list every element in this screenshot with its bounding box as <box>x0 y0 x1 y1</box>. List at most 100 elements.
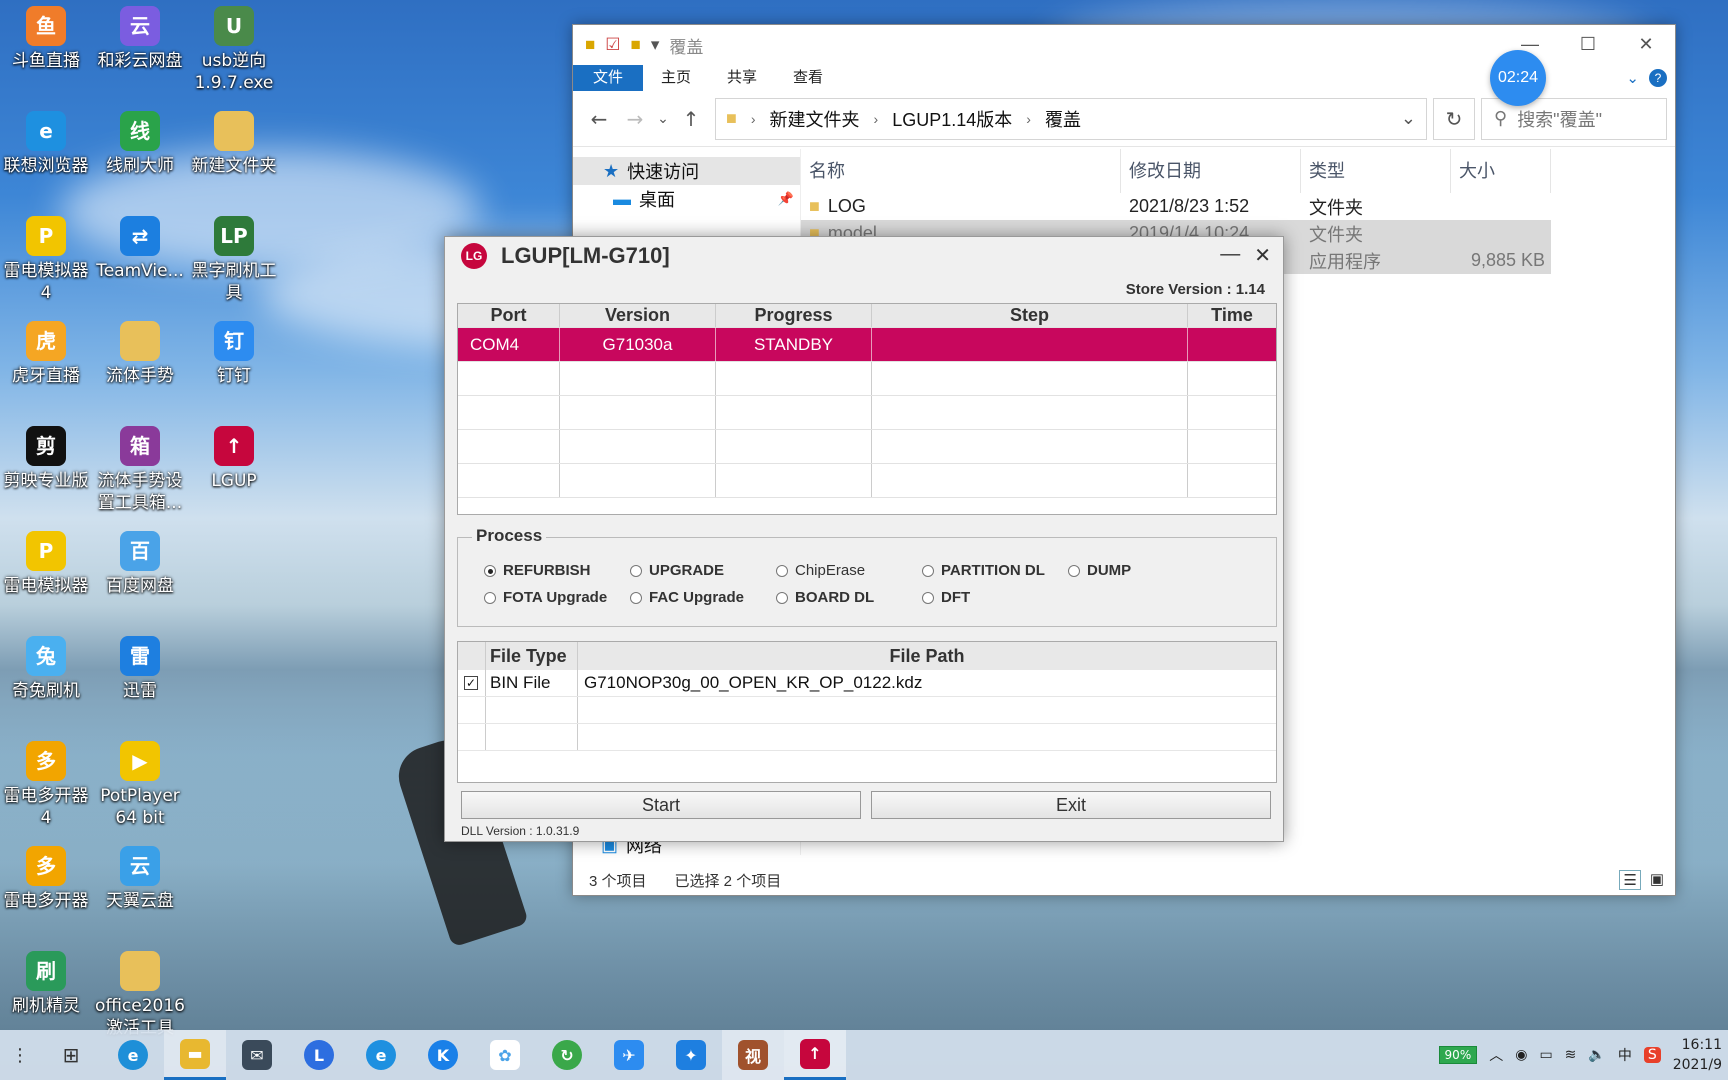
tab-view[interactable]: 查看 <box>775 65 841 91</box>
nav-desktop[interactable]: ▬ 桌面 📌 <box>573 185 800 213</box>
desktop-icon-item[interactable]: 百百度网盘 <box>94 531 186 597</box>
video-app-icon[interactable]: 视 <box>722 1030 784 1080</box>
tab-share[interactable]: 共享 <box>709 65 775 91</box>
desktop-icon-item[interactable]: 雷迅雷 <box>94 636 186 702</box>
recent-locations-icon[interactable]: ⌄ <box>653 111 673 127</box>
desktop-icon-item[interactable]: e 联想浏览器 <box>0 111 92 177</box>
desktop-icon-item[interactable]: 兔奇兔刷机 <box>0 636 92 702</box>
task-view-icon[interactable]: ⋮ <box>0 1030 40 1080</box>
desktop-icon-item[interactable]: 虎虎牙直播 <box>0 321 92 387</box>
column-date[interactable]: 修改日期 <box>1121 149 1301 193</box>
desktop-icon-item[interactable]: P 雷电模拟器 <box>0 531 92 597</box>
recording-timer[interactable]: 02:24 <box>1490 50 1546 106</box>
radio-partition-dl[interactable]: PARTITION DL <box>922 562 1045 579</box>
nav-quick-access[interactable]: ★ 快速访问 <box>573 157 800 185</box>
radio-dump[interactable]: DUMP <box>1068 562 1131 579</box>
column-type[interactable]: 类型 <box>1301 149 1451 193</box>
desktop-icon-item[interactable]: 剪剪映专业版 <box>0 426 92 492</box>
desktop-icon-item[interactable]: ▶ PotPlayer 64 bit <box>94 741 186 829</box>
port-row[interactable]: COM4 G71030a STANDBY <box>458 328 1276 362</box>
column-size[interactable]: 大小 <box>1451 149 1551 193</box>
desktop-icon-item[interactable]: ↑ LGUP <box>188 426 280 492</box>
up-icon[interactable]: ↑ <box>673 107 709 131</box>
back-icon[interactable]: ← <box>581 107 617 131</box>
desktop-icon-item[interactable]: 刷刷机精灵 <box>0 951 92 1017</box>
help-icon[interactable]: ? <box>1649 69 1667 87</box>
desktop-icon-item[interactable]: 线线刷大师 <box>94 111 186 177</box>
close-button[interactable]: ✕ <box>1617 25 1675 63</box>
desktop-icon-item[interactable]: 新建文件夹 <box>188 111 280 177</box>
desktop-icon-item[interactable]: 鱼斗鱼直播 <box>0 6 92 72</box>
file-row[interactable]: ■ LOG 2021/8/23 1:52 文件夹 <box>801 193 1675 220</box>
refresh-app-icon[interactable]: ↻ <box>536 1030 598 1080</box>
file-explorer-icon[interactable]: ▬ <box>164 1030 226 1080</box>
clock[interactable]: 16:11 2021/9 <box>1673 1035 1722 1075</box>
details-view-icon[interactable]: ☰ <box>1619 870 1641 890</box>
chevron-down-icon[interactable]: ⌄ <box>1401 108 1416 129</box>
desktop-icon-item[interactable]: office2016 激活工具 <box>94 951 186 1039</box>
edge-icon[interactable]: e <box>102 1030 164 1080</box>
forward-icon[interactable]: → <box>617 107 653 131</box>
close-button[interactable]: ✕ <box>1254 243 1271 268</box>
desktop-icon-item[interactable]: 箱流体手势设 置工具箱... <box>94 426 186 514</box>
task-switcher-icon[interactable]: ⊞ <box>40 1030 102 1080</box>
desktop-icon-item[interactable]: 多雷电多开器 <box>0 846 92 912</box>
wifi-icon[interactable]: ≋ <box>1565 1047 1577 1063</box>
properties-icon[interactable]: ☑ <box>605 35 620 55</box>
large-icons-view-icon[interactable]: ▣ <box>1647 870 1667 890</box>
battery-percent[interactable]: 90% <box>1438 1046 1478 1064</box>
refresh-icon[interactable]: ↻ <box>1433 97 1475 140</box>
ime-indicator[interactable]: 中 <box>1618 1045 1632 1065</box>
chevron-down-icon[interactable]: ▾ <box>651 35 660 55</box>
desktop-icon-item[interactable]: ⇄ TeamVie... <box>94 216 186 282</box>
desktop-icon-item[interactable]: Uusb逆向 1.9.7.exe <box>188 6 280 94</box>
chevron-up-icon[interactable]: ︿ <box>1489 1045 1503 1065</box>
mail-icon[interactable]: ✉ <box>226 1030 288 1080</box>
column-name[interactable]: 名称 <box>801 149 1121 193</box>
start-button[interactable]: Start <box>461 791 861 819</box>
sogou-icon[interactable]: S <box>1643 1047 1661 1063</box>
expand-ribbon-icon[interactable]: ⌄ <box>1626 69 1639 87</box>
desktop-icon-item[interactable]: 云天翼云盘 <box>94 846 186 912</box>
tab-home[interactable]: 主页 <box>643 65 709 91</box>
folder-icon: ■ <box>726 108 737 128</box>
lgup-window[interactable]: LG LGUP[LM-G710] — ✕ Store Version : 1.1… <box>444 236 1284 842</box>
desktop-icon-item[interactable]: 云和彩云网盘 <box>94 6 186 72</box>
maximize-button[interactable]: ☐ <box>1559 25 1617 63</box>
breadcrumb-item[interactable]: LGUP1.14版本 <box>892 106 1012 132</box>
new-folder-icon[interactable]: ■ <box>631 35 641 55</box>
radio-upgrade[interactable]: UPGRADE <box>630 562 724 579</box>
baidu-netdisk-icon[interactable]: ✿ <box>474 1030 536 1080</box>
address-bar[interactable]: ■ › 新建文件夹 › LGUP1.14版本 › 覆盖 ⌄ <box>715 97 1427 140</box>
radio-dft[interactable]: DFT <box>922 589 970 606</box>
desktop-icon-item[interactable]: P 雷电模拟器 4 <box>0 216 92 304</box>
radio-board-dl[interactable]: BOARD DL <box>776 589 874 606</box>
desktop-icon-item[interactable]: 多雷电多开器 4 <box>0 741 92 829</box>
xunlei-icon[interactable]: ✦ <box>660 1030 722 1080</box>
lgup-titlebar[interactable]: LG LGUP[LM-G710] <box>445 237 1283 275</box>
battery-icon[interactable]: ▭ <box>1539 1047 1552 1063</box>
lenovo-browser-icon[interactable]: e <box>350 1030 412 1080</box>
tab-file[interactable]: 文件 <box>573 65 644 91</box>
radio-fota-upgrade[interactable]: FOTA Upgrade <box>484 589 607 606</box>
radio-refurbish[interactable]: REFURBISH <box>484 562 591 579</box>
desktop-icon-item[interactable]: 钉钉钉 <box>188 321 280 387</box>
radio-fac-upgrade[interactable]: FAC Upgrade <box>630 589 744 606</box>
file-row[interactable]: ✓ BIN File G710NOP30g_00_OPEN_KR_OP_0122… <box>458 670 1276 697</box>
breadcrumb-item[interactable]: 覆盖 <box>1045 106 1081 132</box>
desktop-icon-item[interactable]: LP 黑字刷机工 具 <box>188 216 280 304</box>
lenovo-l-icon[interactable]: L <box>288 1030 350 1080</box>
lgup-taskbar-icon[interactable]: ↑ <box>784 1030 846 1080</box>
file-checkbox[interactable]: ✓ <box>464 676 478 690</box>
volume-icon[interactable]: 🔈 <box>1588 1047 1605 1063</box>
minimize-button[interactable]: — <box>1220 243 1240 268</box>
exit-button[interactable]: Exit <box>871 791 1271 819</box>
qq-icon[interactable]: ◉ <box>1515 1047 1527 1063</box>
desktop-icon-label: 雷电模拟器 <box>3 576 89 596</box>
explorer-title: 覆盖 <box>669 37 704 57</box>
radio-chiperase[interactable]: ChipErase <box>776 562 865 579</box>
k-app-icon[interactable]: K <box>412 1030 474 1080</box>
dingtalk-icon[interactable]: ✈ <box>598 1030 660 1080</box>
desktop-icon-item[interactable]: 流体手势 <box>94 321 186 387</box>
breadcrumb-item[interactable]: 新建文件夹 <box>770 106 860 132</box>
